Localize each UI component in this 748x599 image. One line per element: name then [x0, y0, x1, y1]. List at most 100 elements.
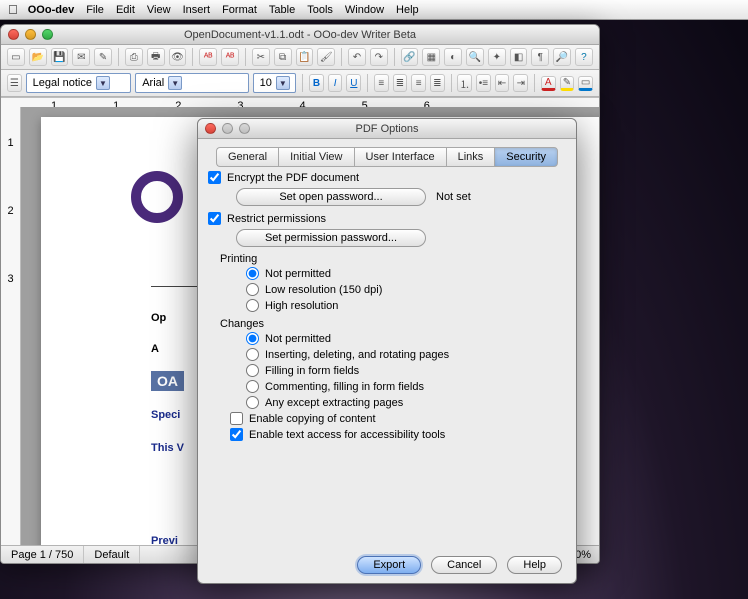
- app-name[interactable]: OOo-dev: [28, 4, 74, 16]
- zoom-tool-icon[interactable]: 🔎: [553, 48, 571, 66]
- menu-edit[interactable]: Edit: [116, 4, 135, 16]
- bg-color-icon[interactable]: ▭: [578, 76, 593, 91]
- menu-format[interactable]: Format: [222, 4, 257, 16]
- page-style-indicator[interactable]: Default: [84, 546, 140, 563]
- mail-icon[interactable]: ✉: [72, 48, 90, 66]
- navigator-icon[interactable]: ✦: [488, 48, 506, 66]
- close-icon[interactable]: [205, 123, 216, 134]
- zoom-icon[interactable]: [42, 29, 53, 40]
- copy-icon[interactable]: ⧉: [274, 48, 292, 66]
- align-justify-icon[interactable]: ≣: [430, 74, 445, 92]
- menu-window[interactable]: Window: [345, 4, 384, 16]
- changes-radio[interactable]: [246, 348, 259, 361]
- dialog-titlebar[interactable]: PDF Options: [198, 119, 576, 139]
- pdf-icon[interactable]: ⎙: [125, 48, 143, 66]
- encrypt-checkbox-row[interactable]: Encrypt the PDF document: [208, 171, 566, 184]
- changes-option-not-permitted[interactable]: Not permitted: [246, 332, 566, 345]
- changes-option-form-fields[interactable]: Filling in form fields: [246, 364, 566, 377]
- preview-icon[interactable]: 👁: [169, 48, 187, 66]
- printing-radio[interactable]: [246, 299, 259, 312]
- printing-option-high-res[interactable]: High resolution: [246, 299, 566, 312]
- highlight-icon[interactable]: ✎: [560, 76, 575, 91]
- printing-radio[interactable]: [246, 267, 259, 280]
- menu-file[interactable]: File: [86, 4, 104, 16]
- save-icon[interactable]: 💾: [51, 48, 69, 66]
- bold-button[interactable]: B: [309, 74, 324, 92]
- vertical-ruler[interactable]: 1 2 3: [1, 107, 21, 545]
- menu-table[interactable]: Table: [269, 4, 295, 16]
- chevron-down-icon[interactable]: ▼: [168, 76, 182, 90]
- writer-titlebar[interactable]: OpenDocument-v1.1.odt - OOo-dev Writer B…: [1, 25, 599, 45]
- tab-links[interactable]: Links: [446, 147, 495, 167]
- font-color-icon[interactable]: A: [541, 76, 556, 91]
- accessibility-checkbox[interactable]: [230, 428, 243, 441]
- font-size-combo[interactable]: 10 ▼: [253, 73, 297, 93]
- page-indicator[interactable]: Page 1 / 750: [1, 546, 84, 563]
- find-icon[interactable]: 🔍: [466, 48, 484, 66]
- table-icon[interactable]: ▦: [422, 48, 440, 66]
- autocorrect-icon[interactable]: ᴬᴮ: [221, 48, 239, 66]
- accessibility-checkbox-row[interactable]: Enable text access for accessibility too…: [230, 428, 566, 441]
- close-icon[interactable]: [8, 29, 19, 40]
- copy-checkbox[interactable]: [230, 412, 243, 425]
- copy-checkbox-row[interactable]: Enable copying of content: [230, 412, 566, 425]
- paragraph-style-combo[interactable]: Legal notice ▼: [26, 73, 132, 93]
- cut-icon[interactable]: ✂: [252, 48, 270, 66]
- export-button[interactable]: Export: [357, 556, 421, 574]
- menu-tools[interactable]: Tools: [307, 4, 333, 16]
- underline-button[interactable]: U: [346, 74, 361, 92]
- align-left-icon[interactable]: ≡: [374, 74, 389, 92]
- apple-icon[interactable]: : [8, 2, 18, 17]
- changes-radio[interactable]: [246, 396, 259, 409]
- menu-view[interactable]: View: [147, 4, 171, 16]
- spellcheck-icon[interactable]: ᴬᴮ: [199, 48, 217, 66]
- menu-insert[interactable]: Insert: [183, 4, 211, 16]
- edit-icon[interactable]: ✎: [94, 48, 112, 66]
- paste-icon[interactable]: 📋: [296, 48, 314, 66]
- chevron-down-icon[interactable]: ▼: [276, 76, 290, 90]
- align-center-icon[interactable]: ≣: [393, 74, 408, 92]
- redo-icon[interactable]: ↷: [370, 48, 388, 66]
- hyperlink-icon[interactable]: 🔗: [401, 48, 419, 66]
- italic-button[interactable]: I: [328, 74, 343, 92]
- set-open-password-button[interactable]: Set open password...: [236, 188, 426, 206]
- changes-radio[interactable]: [246, 332, 259, 345]
- tab-security[interactable]: Security: [494, 147, 558, 167]
- numbered-list-icon[interactable]: ⒈: [457, 74, 472, 92]
- font-combo[interactable]: Arial ▼: [135, 73, 248, 93]
- restrict-checkbox-row[interactable]: Restrict permissions: [208, 212, 566, 225]
- changes-option-insert-delete-rotate[interactable]: Inserting, deleting, and rotating pages: [246, 348, 566, 361]
- styles-icon[interactable]: ☰: [7, 74, 22, 92]
- set-permission-password-button[interactable]: Set permission password...: [236, 229, 426, 247]
- outdent-icon[interactable]: ⇤: [495, 74, 510, 92]
- tab-initial-view[interactable]: Initial View: [278, 147, 353, 167]
- align-right-icon[interactable]: ≡: [411, 74, 426, 92]
- help-button[interactable]: Help: [507, 556, 562, 574]
- gallery-icon[interactable]: ◧: [510, 48, 528, 66]
- printing-option-not-permitted[interactable]: Not permitted: [246, 267, 566, 280]
- changes-radio[interactable]: [246, 364, 259, 377]
- minimize-icon[interactable]: [25, 29, 36, 40]
- nonprint-icon[interactable]: ¶: [531, 48, 549, 66]
- help-icon[interactable]: ?: [575, 48, 593, 66]
- changes-option-commenting[interactable]: Commenting, filling in form fields: [246, 380, 566, 393]
- bullet-list-icon[interactable]: •≡: [476, 74, 491, 92]
- changes-radio[interactable]: [246, 380, 259, 393]
- restrict-checkbox[interactable]: [208, 212, 221, 225]
- printing-option-low-res[interactable]: Low resolution (150 dpi): [246, 283, 566, 296]
- print-icon[interactable]: 🖶: [147, 48, 165, 66]
- cancel-button[interactable]: Cancel: [431, 556, 497, 574]
- indent-icon[interactable]: ⇥: [513, 74, 528, 92]
- new-icon[interactable]: ▭: [7, 48, 25, 66]
- tab-general[interactable]: General: [216, 147, 278, 167]
- tab-user-interface[interactable]: User Interface: [354, 147, 446, 167]
- chevron-down-icon[interactable]: ▼: [96, 76, 110, 90]
- draw-icon[interactable]: ◐: [444, 48, 462, 66]
- changes-option-any-except-extract[interactable]: Any except extracting pages: [246, 396, 566, 409]
- paint-icon[interactable]: 🖌: [317, 48, 335, 66]
- undo-icon[interactable]: ↶: [348, 48, 366, 66]
- menu-help[interactable]: Help: [396, 4, 419, 16]
- encrypt-checkbox[interactable]: [208, 171, 221, 184]
- open-icon[interactable]: 📂: [29, 48, 47, 66]
- printing-radio[interactable]: [246, 283, 259, 296]
